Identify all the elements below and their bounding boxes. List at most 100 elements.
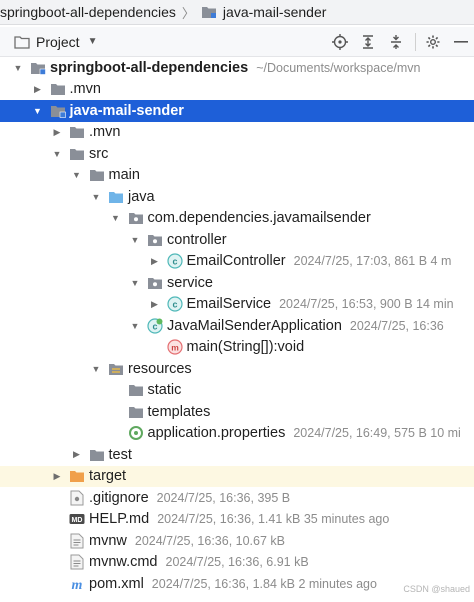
module-folder-icon <box>30 60 46 76</box>
chevron-down-icon[interactable]: ▼ <box>51 149 63 159</box>
folder-icon <box>50 81 66 97</box>
tree-item-metadata: 2024/7/25, 16:36, 10.67 kB <box>134 533 285 548</box>
tree-row[interactable]: ▶ .mvn <box>0 122 474 144</box>
tree-row[interactable]: ▼ src <box>0 143 474 165</box>
svg-text:MD: MD <box>72 517 83 524</box>
chevron-down-icon[interactable]: ▼ <box>12 63 24 73</box>
tree-item-label: main <box>108 167 140 184</box>
minimize-icon[interactable] <box>450 31 472 53</box>
tree-item-label: java-mail-sender <box>69 102 184 119</box>
tree-item-metadata: 2024/7/25, 17:03, 861 B 4 m <box>293 254 452 269</box>
tree-row[interactable]: ▼ com.dependencies.javamailsender <box>0 208 474 230</box>
chevron-down-icon[interactable]: ▼ <box>129 278 141 288</box>
tree-row[interactable]: ▶ c EmailService 2024/7/25, 16:53, 900 B 14… <box>0 294 474 316</box>
class-icon: c <box>166 253 183 269</box>
tree-row[interactable]: .gitignore 2024/7/25, 16:36, 395 B <box>0 487 474 509</box>
tree-item-label: java <box>128 188 155 205</box>
breadcrumb-item-root[interactable]: springboot-all-dependencies <box>0 4 176 20</box>
gitignore-file-icon <box>69 490 85 506</box>
tree-row[interactable]: ▼ springboot-all-dependencies ~/Documents/… <box>0 57 474 79</box>
tree-item-label: JavaMailSenderApplication <box>167 317 342 334</box>
tree-item-metadata: 2024/7/25, 16:36, 1.84 kB 2 minutes ago <box>151 576 377 591</box>
markdown-file-icon: MD <box>69 511 85 527</box>
tree-item-metadata: 2024/7/25, 16:49, 575 B 10 mi <box>293 426 461 441</box>
folder-icon <box>69 124 85 140</box>
tree-item-label: static <box>147 382 182 399</box>
tree-item-label: HELP.md <box>89 511 150 528</box>
tree-row[interactable]: ▶ .mvn <box>0 79 474 101</box>
chevron-down-icon[interactable]: ▼ <box>90 364 102 374</box>
text-file-icon <box>69 533 85 549</box>
tree-item-metadata: 2024/7/25, 16:36, 395 B <box>156 490 291 505</box>
tree-row[interactable]: ▼ service <box>0 272 474 294</box>
tree-item-metadata: 2024/7/25, 16:36, 6.91 kB <box>165 555 309 570</box>
tree-row[interactable]: static <box>0 380 474 402</box>
tree-row[interactable]: ▼ c JavaMailSenderApplication 2024/7/25, 16… <box>0 315 474 337</box>
expand-all-icon[interactable] <box>357 31 379 53</box>
tree-item-label: controller <box>167 231 227 248</box>
project-folder-icon <box>14 35 30 49</box>
folder-icon <box>89 167 105 183</box>
breadcrumb-item-module[interactable]: java-mail-sender <box>201 4 326 20</box>
chevron-right-icon[interactable]: ▶ <box>149 299 161 310</box>
tree-row[interactable]: ▼ main <box>0 165 474 187</box>
package-icon <box>147 275 163 291</box>
tree-item-label: springboot-all-dependencies <box>50 59 249 76</box>
breadcrumb: springboot-all-dependencies 〉 java-mail-… <box>0 0 474 25</box>
chevron-right-icon[interactable]: ▶ <box>51 471 63 482</box>
tree-item-label: pom.xml <box>89 575 144 592</box>
chevron-right-icon[interactable]: ▶ <box>32 84 44 95</box>
gear-icon[interactable] <box>422 31 444 53</box>
chevron-right-icon[interactable]: ▶ <box>149 256 161 267</box>
chevron-down-icon[interactable]: ▼ <box>129 235 141 245</box>
tree-row[interactable]: ▶ target <box>0 465 474 487</box>
tree-row[interactable]: ▼ java <box>0 186 474 208</box>
svg-text:c: c <box>152 321 157 331</box>
tree-item-metadata: 2024/7/25, 16:36, 1.41 kB 35 minutes ago <box>157 512 390 527</box>
tree-item-metadata: 2024/7/25, 16:53, 900 B 14 min <box>279 297 454 312</box>
tree-item-label: .gitignore <box>89 489 149 506</box>
tree-item-label: resources <box>128 360 192 377</box>
maven-icon: m <box>69 576 85 592</box>
tree-row[interactable]: application.properties 2024/7/25, 16:49, … <box>0 423 474 445</box>
chevron-right-icon[interactable]: ▶ <box>71 449 83 460</box>
chevron-down-icon[interactable]: ▼ <box>32 106 44 116</box>
svg-text:m: m <box>72 578 83 592</box>
tree-row[interactable]: mvnw 2024/7/25, 16:36, 10.67 kB <box>0 530 474 552</box>
folder-icon <box>128 404 144 420</box>
breadcrumb-module-label: java-mail-sender <box>222 4 327 20</box>
tree-row[interactable]: ▼ resources <box>0 358 474 380</box>
tree-row[interactable]: ▶ test <box>0 444 474 466</box>
tree-row[interactable]: mvnw.cmd 2024/7/25, 16:36, 6.91 kB <box>0 552 474 574</box>
tree-row[interactable]: m main(String[]):void <box>0 337 474 359</box>
chevron-right-icon[interactable]: ▶ <box>51 127 63 138</box>
breadcrumb-root-label: springboot-all-dependencies <box>0 4 176 20</box>
chevron-down-icon[interactable]: ▼ <box>71 170 83 180</box>
spring-boot-class-icon: c <box>147 318 163 334</box>
source-folder-icon <box>108 189 124 205</box>
tree-item-label: src <box>89 145 109 162</box>
tree-row[interactable]: ▼ java-mail-sender <box>0 100 474 122</box>
chevron-down-icon[interactable]: ▼ <box>129 321 141 331</box>
class-icon: c <box>166 296 183 312</box>
project-view-selector[interactable]: Project ▼ <box>14 34 97 50</box>
collapse-all-icon[interactable] <box>385 31 407 53</box>
watermark: CSDN @shaued <box>403 584 470 594</box>
tree-item-label: EmailController <box>186 253 286 270</box>
package-icon <box>147 232 163 248</box>
toolbar-divider <box>415 33 416 51</box>
chevron-down-icon[interactable]: ▼ <box>110 213 122 223</box>
svg-text:m: m <box>171 343 179 353</box>
svg-text:c: c <box>172 257 177 267</box>
chevron-down-icon[interactable]: ▼ <box>90 192 102 202</box>
folder-icon <box>128 382 144 398</box>
tree-row[interactable]: MD HELP.md 2024/7/25, 16:36, 1.41 kB 35 mi… <box>0 509 474 531</box>
tree-item-label: target <box>89 468 127 485</box>
package-icon <box>128 210 144 226</box>
tree-row[interactable]: templates <box>0 401 474 423</box>
properties-file-icon <box>128 425 144 441</box>
tree-row[interactable]: ▼ controller <box>0 229 474 251</box>
target-icon[interactable] <box>329 31 351 53</box>
tree-row[interactable]: ▶ c EmailController 2024/7/25, 17:03, 861 B… <box>0 251 474 273</box>
tree-item-label: test <box>108 446 132 463</box>
